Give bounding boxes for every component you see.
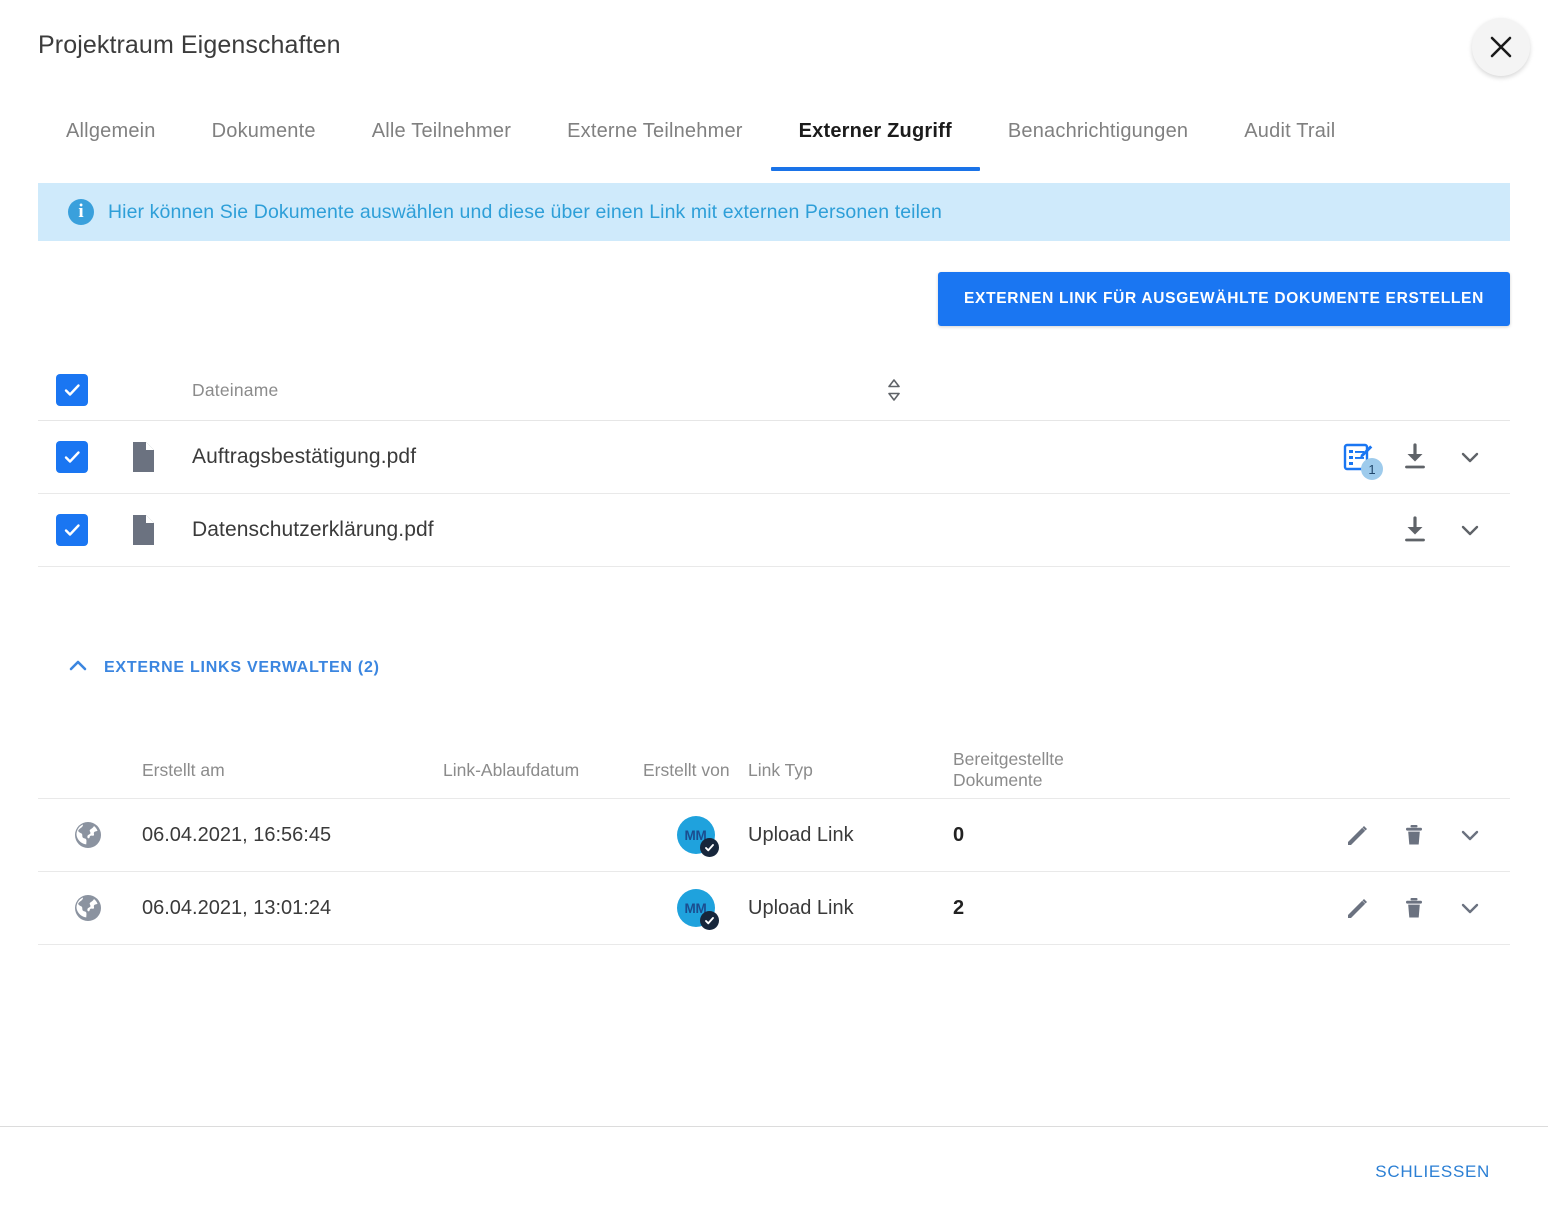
globe-icon (38, 892, 138, 924)
chevron-up-icon (66, 654, 90, 681)
create-external-link-button[interactable]: EXTERNEN LINK FÜR AUSGEWÄHLTE DOKUMENTE … (938, 272, 1510, 326)
link-type: Upload Link (748, 823, 854, 846)
column-header-erstellt-von: Erstellt von (643, 759, 730, 780)
download-icon[interactable] (1400, 442, 1430, 472)
document-row-actions: 1 (1342, 441, 1510, 480)
link-row-actions (1153, 894, 1510, 922)
primary-action-row: EXTERNEN LINK FÜR AUSGEWÄHLTE DOKUMENTE … (38, 272, 1510, 326)
projektraum-eigenschaften-dialog: Projektraum Eigenschaften Allgemein Doku… (0, 0, 1548, 1216)
documents-table-header: Dateiname (38, 360, 1510, 421)
tab-alle-teilnehmer[interactable]: Alle Teilnehmer (344, 100, 539, 162)
dialog-header: Projektraum Eigenschaften (0, 0, 1548, 100)
page-title: Projektraum Eigenschaften (38, 31, 341, 59)
external-links-table: Erstellt am Link-Ablaufdatum Erstellt vo… (38, 742, 1510, 945)
externe-links-verwalten-toggle[interactable]: EXTERNE LINKS VERWALTEN (2) (38, 653, 386, 682)
table-row[interactable]: Datenschutzerklärung.pdf (38, 494, 1510, 567)
column-header-dateiname: Dateiname (192, 379, 279, 400)
row-select-cell (38, 441, 130, 473)
edit-pencil-icon[interactable] (1344, 821, 1372, 849)
link-created-at: 06.04.2021, 13:01:24 (142, 896, 332, 919)
document-icon (130, 514, 192, 546)
tab-allgemein[interactable]: Allgemein (38, 100, 184, 162)
dialog-body: i Hier können Sie Dokumente auswählen un… (0, 178, 1548, 1126)
chevron-down-icon[interactable] (1456, 443, 1484, 471)
document-icon (130, 441, 192, 473)
tab-externe-teilnehmer[interactable]: Externe Teilnehmer (539, 100, 771, 162)
schliessen-button[interactable]: SCHLIESSEN (1361, 1152, 1504, 1192)
tab-externer-zugriff[interactable]: Externer Zugriff (770, 100, 981, 171)
documents-table: Dateiname Auftragsbestätigung.pdf 1 Date… (38, 360, 1510, 567)
document-filename: Datenschutzerklärung.pdf (192, 518, 434, 541)
trash-icon[interactable] (1400, 821, 1428, 849)
externe-links-verwalten-label: EXTERNE LINKS VERWALTEN (2) (104, 658, 380, 676)
download-icon[interactable] (1400, 515, 1430, 545)
info-banner-text: Hier können Sie Dokumente auswählen und … (108, 200, 942, 223)
row-checkbox[interactable] (56, 514, 88, 546)
form-edit-icon[interactable]: 1 (1342, 441, 1383, 480)
document-row-actions (1400, 515, 1510, 545)
link-created-by: MM (643, 816, 748, 857)
trash-icon[interactable] (1400, 894, 1428, 922)
link-type: Upload Link (748, 896, 854, 919)
column-header-bereitgestellte-dokumente: Bereitgestellte Dokumente (953, 749, 1064, 790)
dialog-footer: SCHLIESSEN (0, 1126, 1548, 1216)
close-icon (1488, 34, 1514, 60)
form-count-badge: 1 (1361, 458, 1383, 480)
row-select-cell (38, 514, 130, 546)
link-row-actions (1153, 821, 1510, 849)
avatar: MM (676, 889, 719, 930)
chevron-down-icon[interactable] (1456, 821, 1484, 849)
column-header-link-typ: Link Typ (748, 759, 813, 780)
info-icon: i (68, 199, 94, 225)
select-all-cell (38, 374, 130, 406)
verified-check-icon (699, 838, 719, 857)
edit-pencil-icon[interactable] (1344, 894, 1372, 922)
tab-dokumente[interactable]: Dokumente (184, 100, 344, 162)
link-created-at: 06.04.2021, 16:56:45 (142, 823, 332, 846)
info-banner: i Hier können Sie Dokumente auswählen un… (38, 183, 1510, 241)
row-checkbox[interactable] (56, 441, 88, 473)
column-header-link-ablaufdatum: Link-Ablaufdatum (443, 759, 580, 780)
external-links-table-header: Erstellt am Link-Ablaufdatum Erstellt vo… (38, 742, 1510, 798)
globe-icon (38, 819, 138, 851)
table-row[interactable]: 06.04.2021, 16:56:45 MM Upload Link 0 (38, 798, 1510, 871)
document-filename: Auftragsbestätigung.pdf (192, 445, 417, 468)
verified-check-icon (699, 911, 719, 930)
chevron-down-icon[interactable] (1456, 894, 1484, 922)
link-created-by: MM (643, 889, 748, 930)
link-provided-documents-count: 2 (953, 896, 965, 919)
sort-updown-icon[interactable] (864, 377, 924, 403)
chevron-down-icon[interactable] (1456, 516, 1484, 544)
table-row[interactable]: Auftragsbestätigung.pdf 1 (38, 421, 1510, 494)
tab-benachrichtigungen[interactable]: Benachrichtigungen (980, 100, 1216, 162)
table-row[interactable]: 06.04.2021, 13:01:24 MM Upload Link 2 (38, 871, 1510, 945)
column-header-erstellt-am: Erstellt am (142, 759, 225, 780)
tab-bar: Allgemein Dokumente Alle Teilnehmer Exte… (0, 100, 1548, 178)
avatar: MM (676, 816, 719, 857)
tab-audit-trail[interactable]: Audit Trail (1216, 100, 1363, 162)
select-all-checkbox[interactable] (56, 374, 88, 406)
close-dialog-button[interactable] (1472, 18, 1530, 76)
link-provided-documents-count: 0 (953, 823, 965, 846)
